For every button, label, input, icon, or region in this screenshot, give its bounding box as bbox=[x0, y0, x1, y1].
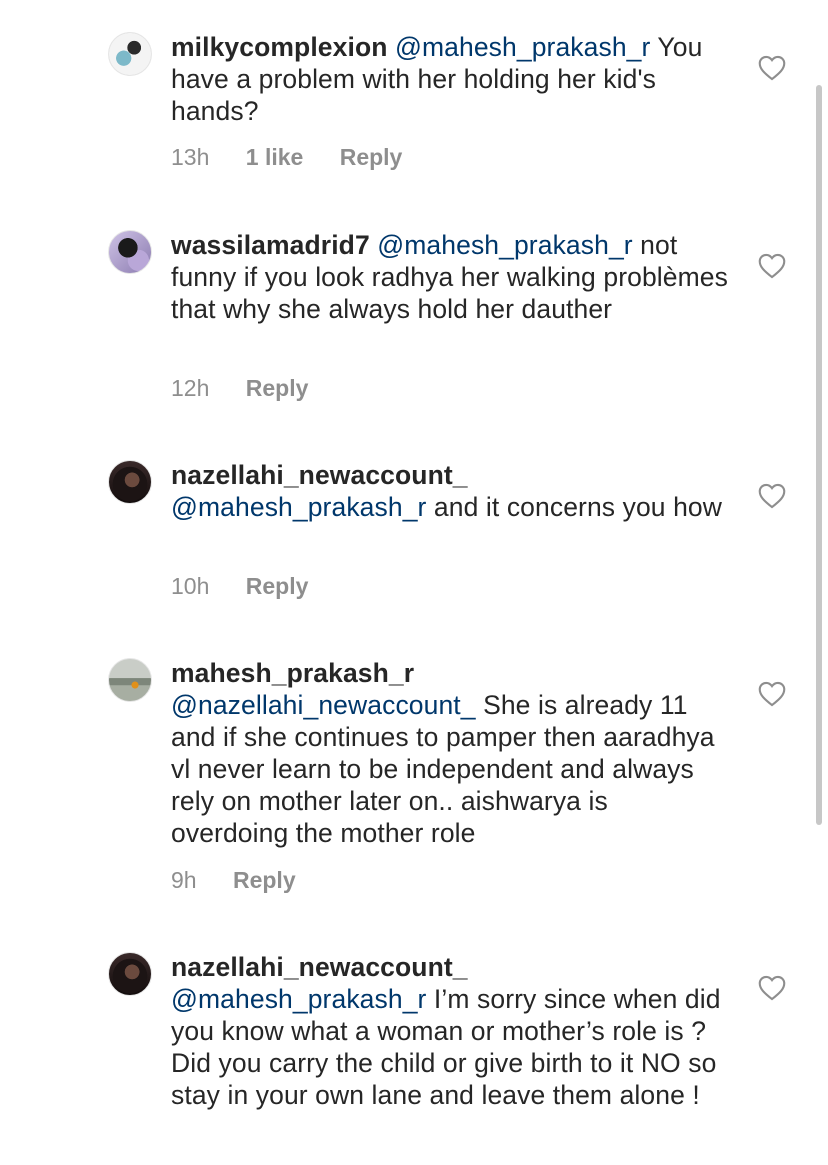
comment-text: milkycomplexion @mahesh_prakash_r You ha… bbox=[171, 31, 731, 127]
reply-button[interactable]: Reply bbox=[233, 867, 296, 893]
comment-meta: 10h Reply bbox=[171, 571, 338, 601]
comment-mention[interactable]: @mahesh_prakash_r bbox=[171, 492, 426, 522]
heart-outline-icon[interactable] bbox=[758, 483, 786, 509]
avatar[interactable] bbox=[108, 32, 152, 76]
comment-time: 12h bbox=[171, 375, 210, 401]
comment-text: nazellahi_newaccount_ @mahesh_prakash_r … bbox=[171, 459, 731, 523]
comment-text: mahesh_prakash_r @nazellahi_newaccount_ … bbox=[171, 657, 731, 849]
comment-meta: 9h Reply bbox=[171, 865, 326, 895]
heart-outline-icon[interactable] bbox=[758, 253, 786, 279]
comment-username[interactable]: mahesh_prakash_r bbox=[171, 658, 414, 688]
comment-meta: 13h 1 like Reply bbox=[171, 142, 432, 172]
avatar[interactable] bbox=[108, 952, 152, 996]
comment-username[interactable]: wassilamadrid7 bbox=[171, 230, 370, 260]
heart-outline-icon[interactable] bbox=[758, 55, 786, 81]
heart-outline-icon[interactable] bbox=[758, 681, 786, 707]
comment-body: and it concerns you how bbox=[426, 492, 723, 522]
comment-like-count[interactable]: 1 like bbox=[246, 144, 304, 170]
comment-mention[interactable]: @mahesh_prakash_r bbox=[171, 984, 426, 1014]
comment-time: 10h bbox=[171, 573, 210, 599]
comment-username[interactable]: nazellahi_newaccount_ bbox=[171, 460, 468, 490]
reply-button[interactable]: Reply bbox=[246, 375, 309, 401]
comment-time: 13h bbox=[171, 144, 210, 170]
comment-text: wassilamadrid7 @mahesh_prakash_r not fun… bbox=[171, 229, 731, 325]
avatar[interactable] bbox=[108, 658, 152, 702]
heart-outline-icon[interactable] bbox=[758, 975, 786, 1001]
comment-username[interactable]: nazellahi_newaccount_ bbox=[171, 952, 468, 982]
avatar[interactable] bbox=[108, 460, 152, 504]
comment-text: nazellahi_newaccount_ @mahesh_prakash_r … bbox=[171, 951, 731, 1111]
comment-meta: 12h Reply bbox=[171, 373, 338, 403]
comment-mention[interactable]: @nazellahi_newaccount_ bbox=[171, 690, 476, 720]
comment-time: 9h bbox=[171, 867, 197, 893]
comment-mention[interactable]: @mahesh_prakash_r bbox=[377, 230, 632, 260]
reply-button[interactable]: Reply bbox=[340, 144, 403, 170]
avatar[interactable] bbox=[108, 230, 152, 274]
scrollbar[interactable] bbox=[816, 85, 822, 825]
comment-username[interactable]: milkycomplexion bbox=[171, 32, 388, 62]
reply-button[interactable]: Reply bbox=[246, 573, 309, 599]
comment-mention[interactable]: @mahesh_prakash_r bbox=[395, 32, 650, 62]
